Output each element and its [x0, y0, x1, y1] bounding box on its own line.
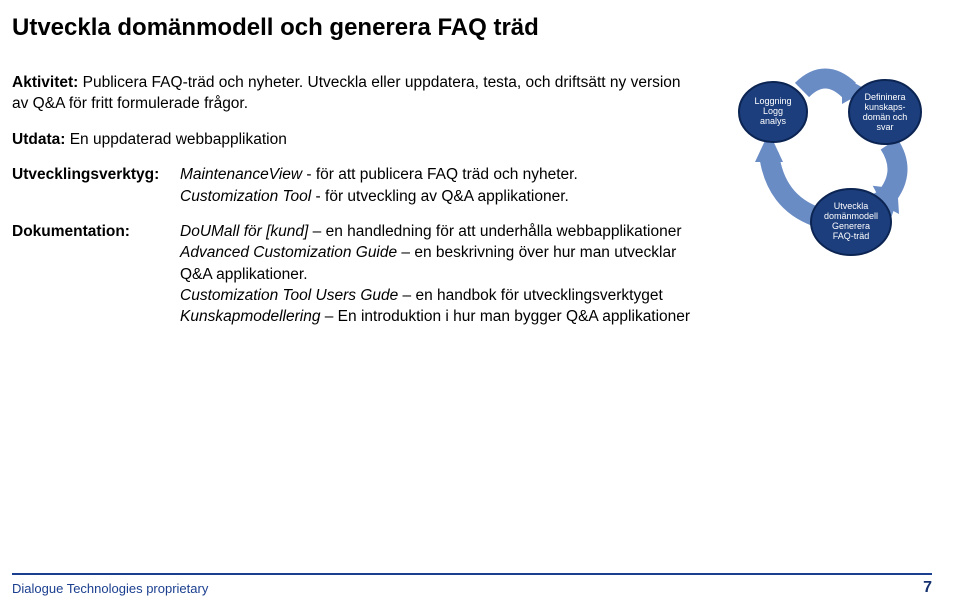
text-column: Aktivitet: Publicera FAQ-träd och nyhete… — [12, 72, 699, 342]
svg-text:FAQ-träd: FAQ-träd — [833, 231, 870, 241]
svg-text:domänmodell: domänmodell — [824, 211, 878, 221]
footer: Dialogue Technologies proprietary 7 — [0, 579, 960, 597]
doc4-desc: – En introduktion i hur man bygger Q&A a… — [320, 308, 690, 325]
docs-value: DoUMall för [kund] – en handledning för … — [180, 221, 699, 328]
page-title: Utveckla domänmodell och generera FAQ tr… — [12, 14, 932, 42]
doc3-desc: – en handbok för utvecklingsverktyget — [398, 287, 663, 304]
doc3-name: Customization Tool Users Gude — [180, 287, 398, 304]
diagram-column: Loggning Logg analys Defininera kunskaps… — [717, 72, 932, 272]
svg-text:Loggning: Loggning — [754, 96, 791, 106]
devtools-line2: - för utveckling av Q&A applikationer. — [311, 188, 569, 205]
devtools-line1: - för att publicera FAQ träd och nyheter… — [302, 166, 578, 183]
activity-text: Publicera FAQ-träd och nyheter. Utveckla… — [12, 74, 681, 112]
activity-label: Aktivitet: — [12, 74, 78, 91]
footer-left: Dialogue Technologies proprietary — [12, 581, 208, 596]
svg-text:svar: svar — [876, 122, 893, 132]
devtools-block: Utvecklingsverktyg: MaintenanceView - fö… — [12, 164, 699, 207]
svg-text:kunskaps-: kunskaps- — [864, 102, 905, 112]
node-defininera: Defininera kunskaps- domän och svar — [849, 80, 921, 144]
doc1-desc: – en handledning för att underhålla webb… — [308, 223, 681, 240]
devtools-value: MaintenanceView - för att publicera FAQ … — [180, 164, 699, 207]
content-row: Aktivitet: Publicera FAQ-träd och nyhete… — [12, 72, 932, 342]
docs-label: Dokumentation: — [12, 221, 180, 328]
devtools-tool2: Customization Tool — [180, 188, 311, 205]
node-utveckla: Utveckla domänmodell Generera FAQ-träd — [811, 189, 891, 255]
cycle-diagram: Loggning Logg analys Defininera kunskaps… — [717, 62, 932, 272]
output-label: Utdata: — [12, 131, 65, 148]
doc4-name: Kunskapmodellering — [180, 308, 320, 325]
doc1-name: DoUMall för [kund] — [180, 223, 308, 240]
svg-text:Generera: Generera — [832, 221, 870, 231]
svg-text:analys: analys — [760, 116, 787, 126]
svg-text:Logg: Logg — [763, 106, 783, 116]
svg-text:Defininera: Defininera — [864, 92, 905, 102]
node-loggning: Loggning Logg analys — [739, 82, 807, 142]
svg-text:Utveckla: Utveckla — [834, 201, 869, 211]
svg-text:domän och: domän och — [863, 112, 908, 122]
page-number: 7 — [923, 579, 932, 597]
footer-rule — [12, 573, 932, 575]
arrow-left — [755, 132, 817, 217]
doc2-name: Advanced Customization Guide — [180, 244, 397, 261]
devtools-tool1: MaintenanceView — [180, 166, 302, 183]
output-text: En uppdaterad webbapplikation — [65, 131, 286, 148]
devtools-label: Utvecklingsverktyg: — [12, 164, 180, 207]
docs-block: Dokumentation: DoUMall för [kund] – en h… — [12, 221, 699, 328]
activity-para: Aktivitet: Publicera FAQ-träd och nyhete… — [12, 72, 699, 115]
output-para: Utdata: En uppdaterad webbapplikation — [12, 129, 699, 150]
